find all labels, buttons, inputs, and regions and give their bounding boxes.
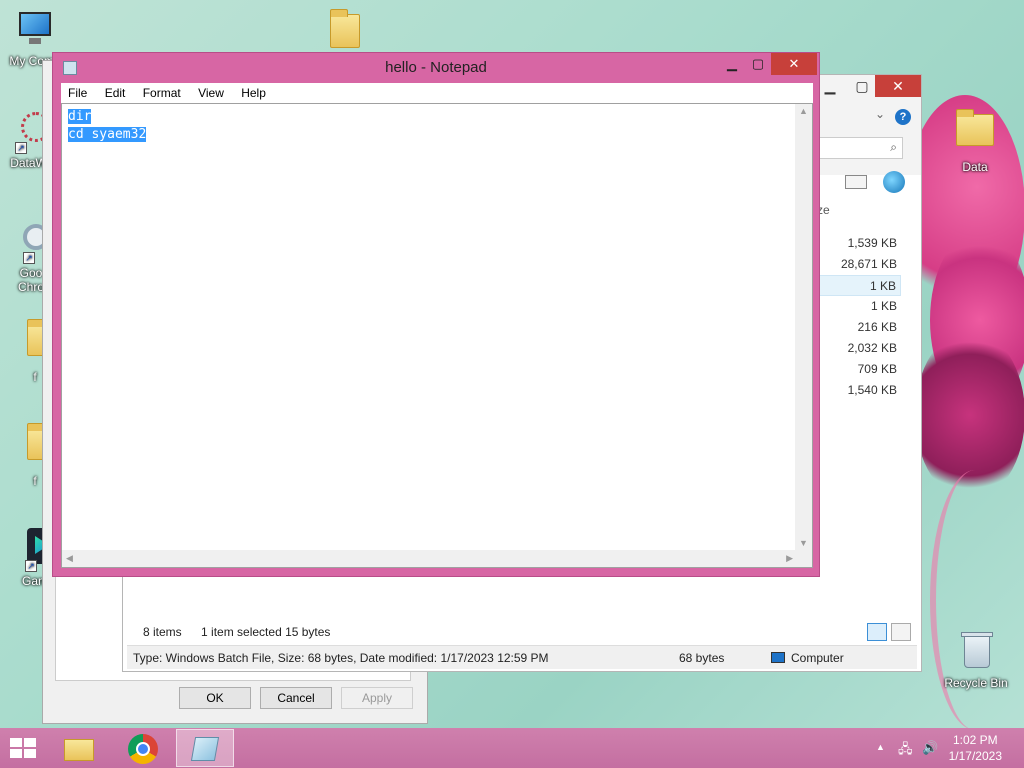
scroll-up-icon[interactable]: ▲ — [799, 106, 808, 116]
minimize-button[interactable]: ▁ — [719, 53, 745, 75]
text-line: cd syaem32 — [68, 127, 147, 142]
file-size: 1,540 KB — [847, 383, 897, 397]
menu-bar: File Edit Format View Help — [61, 83, 813, 103]
desktop-icon-label: f — [33, 370, 37, 384]
size-column: 1,539 KB 28,671 KB 1 KB 1 KB 216 KB 2,03… — [813, 233, 901, 401]
desktop-icon-label: Goo Chro — [17, 266, 44, 294]
chrome-icon-center — [136, 742, 150, 756]
help-icon[interactable]: ? — [895, 109, 911, 125]
globe-icon[interactable] — [883, 171, 905, 193]
computer-icon — [13, 8, 57, 52]
notepad-icon — [190, 737, 220, 761]
file-size: 1,539 KB — [847, 236, 897, 250]
show-hidden-icons-icon[interactable]: ▲ — [876, 742, 885, 752]
taskbar: ▲ 🖧 🔊 1:02 PM 1/17/2023 — [0, 728, 1024, 768]
text-editor[interactable]: dir cd syaem32 ▲ ▼ ◀ ▶ — [61, 103, 813, 568]
text-line: dir — [68, 109, 92, 124]
item-count: 8 items — [143, 625, 182, 639]
menu-view[interactable]: View — [191, 83, 231, 103]
details-view-icon[interactable] — [867, 623, 887, 641]
desktop-icon-recycle-bin[interactable]: Recycle Bin — [938, 630, 1014, 690]
file-size: 1 KB — [870, 299, 897, 313]
recycle-bin-icon — [954, 630, 998, 674]
vertical-scrollbar[interactable]: ▲ ▼ — [795, 104, 812, 550]
desktop-folder-top-icon[interactable] — [330, 4, 364, 50]
location-label: Computer — [791, 651, 844, 665]
notepad-window: hello - Notepad ▁ ▢ ✕ File Edit Format V… — [52, 52, 820, 577]
clock-date: 1/17/2023 — [948, 749, 1002, 763]
volume-icon[interactable]: 🔊 — [922, 740, 938, 756]
clock-time: 1:02 PM — [952, 733, 998, 747]
editor-content: dir cd syaem32 — [68, 108, 147, 144]
details-bar: Type: Windows Batch File, Size: 68 bytes… — [127, 645, 917, 669]
scroll-left-icon[interactable]: ◀ — [66, 553, 73, 564]
shortcut-arrow-icon: ↗ — [15, 142, 27, 154]
window-title: hello - Notepad — [385, 59, 487, 76]
computer-icon — [771, 652, 785, 663]
ok-button[interactable]: OK — [179, 687, 251, 709]
search-icon: ⌕ — [890, 140, 897, 154]
file-size: 28,671 KB — [840, 257, 897, 271]
network-icon[interactable]: 🖧 — [898, 740, 913, 762]
desktop-icon-label: Data — [962, 160, 988, 174]
file-size: 709 KB — [857, 362, 897, 376]
scroll-down-icon[interactable]: ▼ — [799, 538, 808, 548]
system-clock[interactable]: 1:02 PM 1/17/2023 — [949, 732, 1002, 764]
search-box[interactable]: ⌕ — [817, 137, 903, 159]
folder-icon — [953, 109, 997, 158]
folder-icon — [64, 739, 94, 761]
horizontal-scrollbar[interactable]: ◀ ▶ — [62, 550, 797, 567]
maximize-button[interactable]: ▢ — [845, 75, 879, 97]
maximize-button[interactable]: ▢ — [745, 53, 771, 75]
close-button[interactable]: ✕ — [875, 75, 921, 97]
close-button[interactable]: ✕ — [771, 53, 817, 75]
shortcut-arrow-icon: ↗ — [23, 252, 35, 264]
file-size-detail: 68 bytes — [679, 651, 725, 665]
taskbar-notepad[interactable] — [176, 729, 234, 767]
menu-file[interactable]: File — [61, 83, 94, 103]
shortcut-arrow-icon: ↗ — [25, 560, 37, 572]
scroll-right-icon[interactable]: ▶ — [786, 553, 793, 564]
taskbar-file-explorer[interactable] — [50, 729, 108, 767]
file-size-selected: 1 KB — [813, 275, 901, 296]
desktop-icon-data[interactable]: Data — [940, 108, 1010, 174]
properties-icon[interactable] — [845, 175, 867, 189]
apply-button[interactable]: Apply — [341, 687, 413, 709]
chevron-down-icon[interactable]: ⌄ — [875, 107, 885, 121]
windows-logo-icon — [10, 738, 36, 758]
taskbar-chrome[interactable] — [114, 729, 172, 767]
file-details: Type: Windows Batch File, Size: 68 bytes… — [133, 651, 549, 665]
wallpaper-stem — [930, 470, 1020, 730]
scrollbar-corner — [795, 550, 812, 567]
desktop-icon-label: f — [33, 474, 37, 488]
menu-format[interactable]: Format — [136, 83, 188, 103]
cancel-button[interactable]: Cancel — [260, 687, 332, 709]
start-button[interactable] — [8, 736, 38, 760]
selection-info: 1 item selected 15 bytes — [201, 625, 331, 639]
desktop-icon-label: Recycle Bin — [944, 676, 1008, 690]
file-size: 216 KB — [857, 320, 897, 334]
menu-help[interactable]: Help — [234, 83, 273, 103]
file-size: 2,032 KB — [847, 341, 897, 355]
menu-edit[interactable]: Edit — [98, 83, 133, 103]
large-icons-view-icon[interactable] — [891, 623, 911, 641]
status-bar: 8 items 1 item selected 15 bytes — [143, 625, 330, 639]
